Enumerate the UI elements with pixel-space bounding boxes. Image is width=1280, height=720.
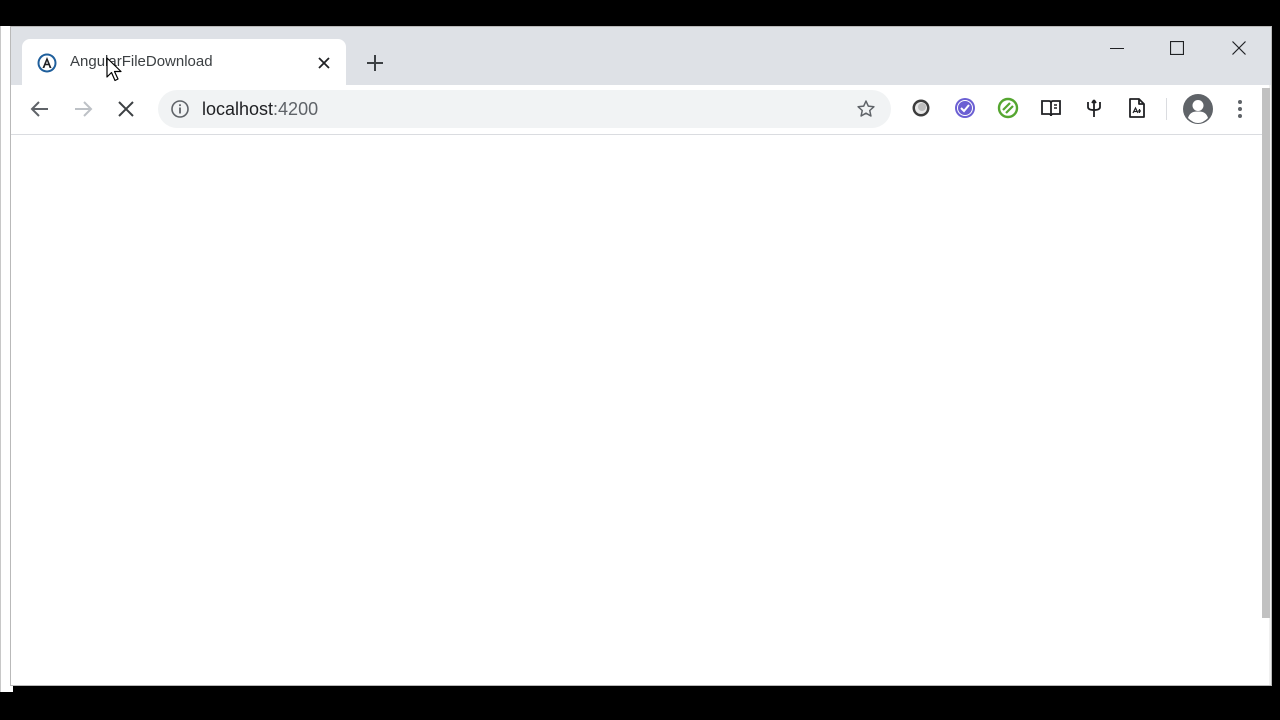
forward-button[interactable]	[68, 94, 98, 124]
page-content[interactable]	[11, 135, 1269, 685]
check-badge-extension-icon[interactable]	[953, 96, 977, 120]
green-circle-extension-icon[interactable]	[996, 96, 1020, 120]
trident-extension-icon[interactable]	[1082, 96, 1106, 120]
scrollbar-thumb[interactable]	[1262, 88, 1270, 618]
maximize-icon	[1170, 41, 1184, 55]
plus-icon	[367, 55, 383, 71]
browser-toolbar: localhost:4200	[11, 85, 1271, 135]
angular-icon	[37, 53, 57, 73]
maximize-button[interactable]	[1155, 33, 1199, 63]
reader-extension-icon[interactable]	[1039, 96, 1063, 120]
back-arrow-icon	[30, 101, 48, 117]
minimize-button[interactable]	[1095, 33, 1139, 63]
address-bar[interactable]: localhost:4200	[158, 90, 891, 128]
browser-window: AngularFileDownload localhost:4200	[10, 26, 1272, 686]
circle-extension-icon[interactable]	[909, 96, 933, 120]
back-button[interactable]	[25, 94, 55, 124]
stop-loading-icon	[118, 101, 134, 117]
document-extension-icon[interactable]	[1125, 96, 1149, 120]
url-port: :4200	[273, 99, 319, 119]
info-icon[interactable]	[170, 99, 190, 119]
close-window-button[interactable]	[1217, 33, 1261, 63]
stop-loading-button[interactable]	[111, 94, 141, 124]
url-host: localhost	[202, 99, 274, 119]
tab-strip: AngularFileDownload	[11, 27, 1271, 85]
tab-active[interactable]: AngularFileDownload	[22, 39, 346, 85]
bookmark-star-icon[interactable]	[854, 97, 878, 121]
new-tab-button[interactable]	[362, 50, 388, 76]
kebab-menu-icon[interactable]	[1227, 96, 1253, 122]
close-icon	[1232, 41, 1246, 55]
close-tab-icon[interactable]	[312, 51, 336, 75]
forward-arrow-icon	[75, 101, 93, 117]
url-text: localhost:4200	[202, 99, 318, 119]
mouse-cursor-icon	[106, 57, 122, 82]
tab-title: AngularFileDownload	[70, 53, 213, 70]
toolbar-separator	[1166, 98, 1167, 120]
minimize-icon	[1110, 48, 1124, 49]
profile-avatar-icon[interactable]	[1182, 93, 1214, 125]
